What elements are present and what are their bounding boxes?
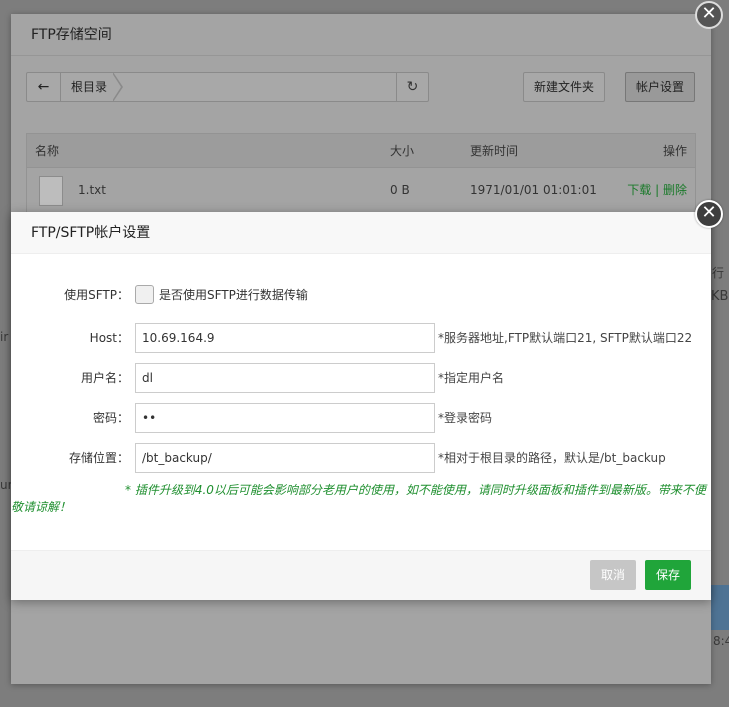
breadcrumb-root[interactable]: 根目录 (71, 73, 107, 101)
bg-fragment: KB (711, 289, 729, 304)
account-settings-modal: FTP/SFTP帐户设置 使用SFTP： 是否使用SFTP进行数据传输 Host… (11, 212, 711, 600)
file-icon (39, 176, 63, 206)
sftp-row: 使用SFTP： 是否使用SFTP进行数据传输 (11, 280, 711, 310)
save-button[interactable]: 保存 (645, 560, 691, 590)
table-header: 名称 大小 更新时间 操作 (27, 134, 695, 168)
refresh-button[interactable]: ↻ (396, 73, 428, 101)
breadcrumb-chevron-icon (112, 72, 123, 102)
username-hint: *指定用户名 (438, 371, 505, 385)
modal-close-button[interactable]: ✕ (695, 200, 723, 228)
bg-fragment: 行 (712, 266, 725, 280)
path-label: 存储位置： (68, 451, 129, 465)
file-toolbar: ← 根目录 ↻ 新建文件夹 帐户设置 (26, 72, 696, 102)
account-settings-button[interactable]: 帐户设置 (625, 72, 696, 102)
file-time: 1971/01/01 01:01:01 (470, 183, 597, 197)
new-folder-button[interactable]: 新建文件夹 (523, 72, 606, 102)
table-row[interactable]: 1.txt 0 B 1971/01/01 01:01:01 下载 | 删除 (27, 168, 695, 212)
file-size: 0 B (390, 183, 410, 197)
bg-chart-fragment (710, 585, 729, 630)
path-hint: *相对于根目录的路径，默认是/bt_backup (438, 451, 666, 465)
password-row: 密码： •• *登录密码 (11, 403, 711, 433)
upgrade-notice: * 插件升级到4.0以后可能会影响部分老用户的使用，如不能使用，请同时升级面板和… (11, 482, 711, 516)
outer-close-button[interactable]: ✕ (695, 1, 723, 29)
host-hint: *服务器地址,FTP默认端口21, SFTP默认端口22 (438, 331, 693, 345)
download-link[interactable]: 下载 (627, 183, 651, 197)
refresh-icon: ↻ (406, 79, 419, 95)
file-actions: 下载 | 删除 (627, 168, 687, 212)
sftp-label: 使用SFTP： (64, 288, 129, 302)
file-name[interactable]: 1.txt (78, 168, 106, 212)
sftp-checkbox-label[interactable]: 是否使用SFTP进行数据传输 (159, 280, 308, 310)
bg-fragment: 8:4 (713, 634, 729, 648)
back-button[interactable]: ← (27, 73, 61, 101)
cancel-button[interactable]: 取消 (590, 560, 636, 590)
username-input[interactable]: dl (135, 363, 435, 393)
action-separator: | (651, 183, 663, 197)
sftp-checkbox[interactable] (135, 285, 154, 304)
arrow-left-icon: ← (37, 79, 50, 95)
header-time[interactable]: 更新时间 (470, 134, 518, 168)
header-size[interactable]: 大小 (390, 134, 414, 168)
bg-fragment: ir (0, 330, 9, 344)
delete-link[interactable]: 删除 (663, 183, 687, 197)
password-input[interactable]: •• (135, 403, 435, 433)
path-input[interactable]: /bt_backup/ (135, 443, 435, 473)
dialog-title: FTP存储空间 (11, 14, 711, 56)
modal-title: FTP/SFTP帐户设置 (11, 212, 711, 254)
password-hint: *登录密码 (438, 411, 493, 425)
header-name[interactable]: 名称 (35, 134, 59, 168)
password-label: 密码： (92, 411, 129, 425)
modal-footer: 取消 保存 (11, 550, 711, 600)
file-table: 名称 大小 更新时间 操作 1.txt 0 B 1971/01/01 01:01… (26, 133, 696, 213)
upgrade-notice-text: * 插件升级到4.0以后可能会影响部分老用户的使用，如不能使用，请同时升级面板和… (11, 483, 706, 514)
header-op: 操作 (662, 144, 687, 158)
path-bar: ← 根目录 ↻ (26, 72, 429, 102)
close-icon: ✕ (701, 3, 717, 24)
path-row: 存储位置： /bt_backup/ *相对于根目录的路径，默认是/bt_back… (11, 443, 711, 473)
host-row: Host： 10.69.164.9 *服务器地址,FTP默认端口21, SFTP… (11, 323, 711, 353)
username-row: 用户名： dl *指定用户名 (11, 363, 711, 393)
close-icon: ✕ (701, 202, 717, 223)
username-label: 用户名： (80, 371, 129, 385)
host-input[interactable]: 10.69.164.9 (135, 323, 435, 353)
host-label: Host： (89, 331, 129, 345)
